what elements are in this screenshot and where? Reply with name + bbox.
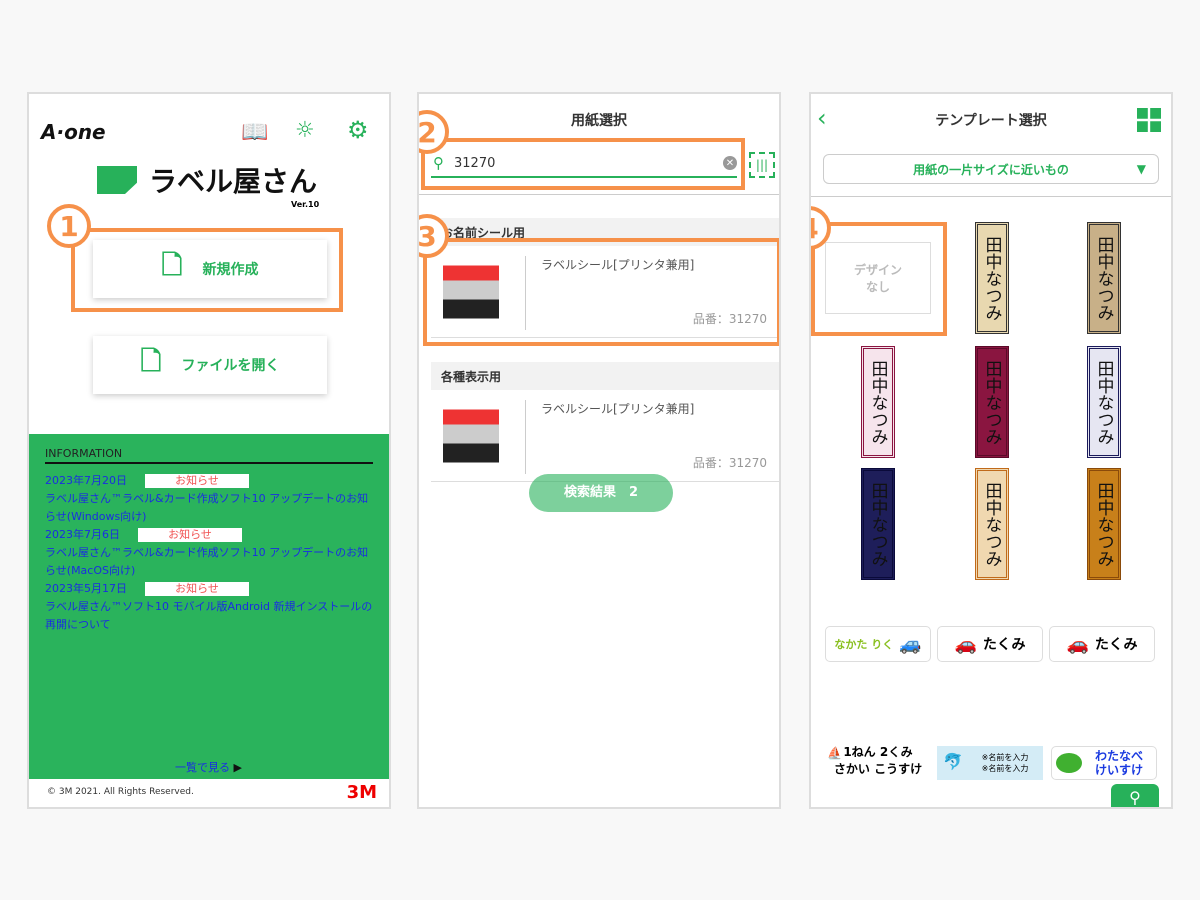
file-icon: 🗋 [140,347,162,377]
template-name-label[interactable]: 🐬 ※名前を入力 ※名前を入力 [937,746,1043,780]
open-file-button[interactable]: 🗋 ファイルを開く [93,336,327,394]
news-item[interactable]: 2023年7月20日 お知らせラベル屋さん™ラベル&カード作成ソフト10 アップデ… [45,472,373,526]
template-name-label[interactable]: ⛵ 1ねん 2くみ さかい こうすけ [825,742,931,778]
news-date: 2023年7月6日 [45,528,120,541]
template-tile[interactable]: 田中なつみ [1087,346,1121,458]
app-name: ラベル屋さん [149,165,318,198]
car-icon: 🚙 [899,633,922,655]
news-title[interactable]: ラベル屋さん™ラベル&カード作成ソフト10 アップデートのお知らせ(Window… [45,490,373,526]
see-all-label: 一覧で見る [175,761,230,774]
news-tag: お知らせ [145,582,249,596]
news-item[interactable]: 2023年5月17日 お知らせラベル屋さん™ソフト10 モバイル版Android … [45,580,373,634]
news-date: 2023年7月20日 [45,474,127,487]
information-panel: INFORMATION 2023年7月20日 お知らせ ラベル屋さん™ラベル&カード… [29,434,389,779]
news-tag: お知らせ [145,474,249,488]
label-text: なかた りく [834,638,894,651]
template-name-label[interactable]: なかた りく 🚙 [825,626,931,662]
highlight-box-4 [811,222,947,336]
filter-dropdown[interactable]: 用紙の一片サイズに近いもの ▼ [823,154,1159,184]
sailboat-icon: ⛵ [827,746,842,760]
dropdown-arrow-icon: ▼ [1136,162,1146,176]
see-all-link[interactable]: 一覧で見る ▶ [175,759,242,777]
template-tile[interactable]: 田中なつみ [861,468,895,580]
car-icon: 🚗 [1066,633,1089,655]
template-tile[interactable]: 田中なつみ [1087,222,1121,334]
copyright: © 3M 2021. All Rights Reserved. [47,787,194,797]
tips-lightbulb-icon[interactable]: ☼ [295,118,315,143]
highlight-box-2 [421,138,745,190]
3m-logo: 3M [346,781,377,803]
step-number-1: 1 [47,204,91,248]
information-header: INFORMATION [45,446,373,464]
frog-icon [1056,753,1082,773]
product-code: 品番：31270 [692,456,767,470]
template-name-label[interactable]: 🚗 たくみ [1049,626,1155,662]
product-name: ラベルシール[プリンタ兼用] [541,402,695,416]
template-tile[interactable]: 田中なつみ [975,468,1009,580]
app-version: Ver.10 [291,200,320,209]
highlight-box-3 [423,238,779,346]
template-tile[interactable]: 田中なつみ [1087,468,1121,580]
divider [811,196,1171,197]
label-text: さかい こうすけ [833,762,923,776]
paper-list-item[interactable]: ラベルシール[プリンタ兼用] 品番：31270 [431,390,779,482]
news-item[interactable]: 2023年7月6日 お知らせラベル屋さん™ラベル&カード作成ソフト10 アップデー… [45,526,373,580]
home-screen: A·one 📖 ☼ ⚙ ラベル屋さん Ver.10 🗋 新規作成 🗋 ファイルを開く… [27,92,391,809]
footer: © 3M 2021. All Rights Reserved. 3M [29,777,389,807]
app-logo-mark [97,166,137,194]
manual-book-icon[interactable]: 📖 [241,120,268,145]
template-name-label[interactable]: わたなべ けいすけ [1051,746,1157,780]
news-title[interactable]: ラベル屋さん™ソフト10 モバイル版Android 新規インストールの再開につい… [45,598,373,634]
product-thumbnail [443,398,499,474]
template-tile[interactable]: 田中なつみ [975,222,1009,334]
label-text: けいすけ [1094,763,1143,777]
barcode-scan-icon[interactable]: ||| [749,152,775,178]
label-text: 1ねん 2くみ [843,745,913,759]
section-header: 各種表示用 [431,362,779,390]
play-arrow-icon: ▶ [233,761,242,774]
search-icon: ⚲ [1129,788,1141,807]
template-select-screen: ‹ テンプレート選択 用紙の一片サイズに近いもの ▼ デザイン なし 田中なつみ … [809,92,1173,809]
car-icon: 🚗 [954,633,977,655]
search-result-count: 検索結果 2 [529,474,673,512]
news-date: 2023年5月17日 [45,582,127,595]
dolphin-icon: 🐬 [943,752,963,771]
screen-title: 用紙選択 [571,113,627,129]
label-text: ※名前を入力 [981,753,1029,762]
template-tile[interactable]: 田中なつみ [861,346,895,458]
label-text: たくみ [982,637,1026,653]
label-text: たくみ [1094,637,1138,653]
highlight-box-1 [71,228,343,312]
settings-gear-icon[interactable]: ⚙ [347,116,369,144]
open-file-label: ファイルを開く [181,358,280,374]
news-title[interactable]: ラベル屋さん™ラベル&カード作成ソフト10 アップデートのお知らせ(MacOS向… [45,544,373,580]
divider [419,194,779,195]
filter-value: 用紙の一片サイズに近いもの [913,162,1069,177]
label-text: わたなべ [1094,749,1143,763]
news-tag: お知らせ [138,528,242,542]
label-text: ※名前を入力 [981,764,1029,773]
paper-select-screen: 用紙選択 ⚲ 31270 ✕ ||| お名前シール用 ラベルシール[プリンタ兼用… [417,92,781,809]
search-fab[interactable]: ⚲ [1111,784,1159,807]
aone-logo: A·one [41,120,106,144]
template-name-label[interactable]: 🚗 たくみ [937,626,1043,662]
screen-title: テンプレート選択 [935,113,1047,129]
template-tile[interactable]: 田中なつみ [975,346,1009,458]
